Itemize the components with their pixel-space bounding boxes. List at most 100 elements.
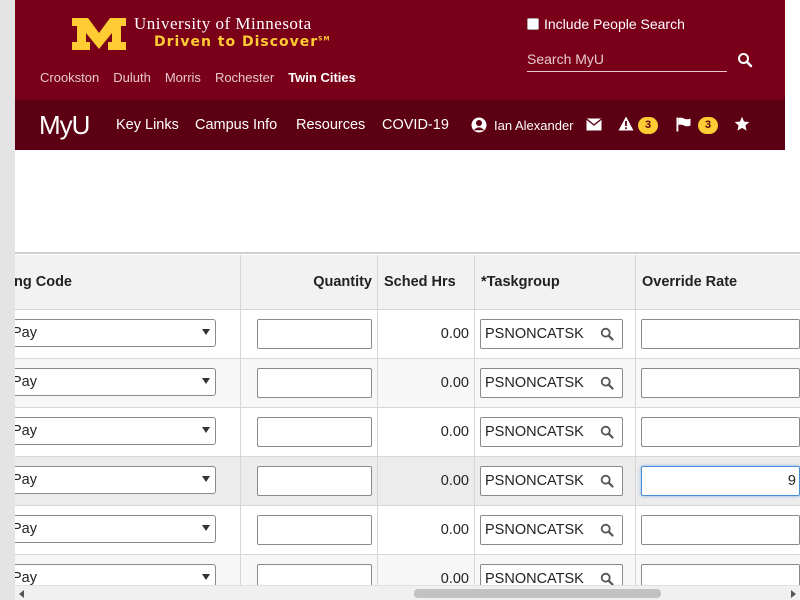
table-row: Pay 0.00 PSNONCATSK 9 <box>15 457 800 506</box>
taskgroup-value: PSNONCATSK <box>485 424 584 440</box>
earnings-code-select[interactable]: Pay <box>15 319 216 347</box>
taskgroup-input[interactable]: PSNONCATSK <box>480 417 623 447</box>
sched-hrs-value: 0.00 <box>440 424 469 440</box>
sched-hrs-value: 0.00 <box>440 326 469 342</box>
taskgroup-input[interactable]: PSNONCATSK <box>480 319 623 349</box>
envelope-icon[interactable] <box>586 118 602 131</box>
user-menu[interactable]: Ian Alexander <box>471 117 574 133</box>
flag-icon[interactable] <box>676 117 691 132</box>
sched-hrs-value: 0.00 <box>440 522 469 538</box>
site-header: University of Minnesota Driven to Discov… <box>15 0 785 100</box>
star-icon[interactable] <box>734 116 750 132</box>
time-entry-grid: ng Code Quantity Sched Hrs *Taskgroup Ov… <box>15 253 800 600</box>
chevron-down-icon <box>202 574 210 580</box>
search-box <box>527 48 727 72</box>
search-input[interactable] <box>527 48 727 70</box>
taskgroup-value: PSNONCATSK <box>485 473 584 489</box>
earnings-code-value: Pay <box>15 423 37 439</box>
table-row: Pay 0.00 PSNONCATSK <box>15 506 800 555</box>
table-row: Pay 0.00 PSNONCATSK <box>15 310 800 359</box>
quantity-input[interactable] <box>257 515 372 545</box>
col-earnings-code[interactable]: ng Code <box>15 255 77 310</box>
lookup-search-icon[interactable] <box>600 572 614 586</box>
lookup-search-icon[interactable] <box>600 425 614 439</box>
col-divider <box>240 255 241 600</box>
campus-link-morris[interactable]: Morris <box>165 70 201 85</box>
earnings-code-value: Pay <box>15 325 37 341</box>
sched-hrs-value: 0.00 <box>440 375 469 391</box>
campus-links: Crookston Duluth Morris Rochester Twin Citie… <box>40 70 370 85</box>
lookup-search-icon[interactable] <box>600 327 614 341</box>
scroll-left-arrow-icon[interactable] <box>19 590 24 598</box>
include-people-search[interactable]: Include People Search <box>527 16 685 32</box>
col-divider <box>474 255 475 600</box>
taskgroup-value: PSNONCATSK <box>485 375 584 391</box>
nav-campus-info[interactable]: Campus Info <box>195 117 277 133</box>
lookup-search-icon[interactable] <box>600 376 614 390</box>
campus-link-crookston[interactable]: Crookston <box>40 70 99 85</box>
chevron-down-icon <box>202 476 210 482</box>
chevron-down-icon <box>202 378 210 384</box>
taskgroup-input[interactable]: PSNONCATSK <box>480 368 623 398</box>
chevron-down-icon <box>202 525 210 531</box>
flags-badge: 3 <box>698 117 718 134</box>
col-divider <box>377 255 378 600</box>
taskgroup-value: PSNONCATSK <box>485 326 584 342</box>
override-rate-input[interactable] <box>641 417 800 447</box>
include-people-checkbox[interactable] <box>527 18 539 30</box>
include-people-label: Include People Search <box>544 16 685 32</box>
col-sched-hrs[interactable]: Sched Hrs <box>379 255 461 310</box>
main-nav: MyU Key Links Campus Info Resources COVI… <box>15 100 785 150</box>
search-icon[interactable] <box>737 52 753 68</box>
nav-resources[interactable]: Resources <box>296 117 365 133</box>
lookup-search-icon[interactable] <box>600 474 614 488</box>
override-rate-input[interactable] <box>641 515 800 545</box>
quantity-input[interactable] <box>257 319 372 349</box>
tagline: Driven to DiscoverSM <box>154 34 331 50</box>
user-name: Ian Alexander <box>494 117 574 133</box>
lookup-search-icon[interactable] <box>600 523 614 537</box>
earnings-code-select[interactable]: Pay <box>15 368 216 396</box>
table-row: Pay 0.00 PSNONCATSK <box>15 408 800 457</box>
taskgroup-value: PSNONCATSK <box>485 522 584 538</box>
scroll-right-arrow-icon[interactable] <box>791 590 796 598</box>
earnings-code-value: Pay <box>15 374 37 390</box>
university-name: University of Minnesota <box>134 14 312 33</box>
quantity-input[interactable] <box>257 368 372 398</box>
grid-header-row: ng Code Quantity Sched Hrs *Taskgroup Ov… <box>15 255 800 310</box>
quantity-input[interactable] <box>257 466 372 496</box>
quantity-input[interactable] <box>257 417 372 447</box>
col-divider <box>635 255 636 600</box>
scroll-thumb[interactable] <box>414 589 661 598</box>
block-m-icon <box>72 18 126 50</box>
nav-covid-19[interactable]: COVID-19 <box>382 117 449 133</box>
col-taskgroup[interactable]: *Taskgroup <box>476 255 565 310</box>
taskgroup-input[interactable]: PSNONCATSK <box>480 515 623 545</box>
myu-brand[interactable]: MyU <box>39 110 90 141</box>
earnings-code-select[interactable]: Pay <box>15 466 216 494</box>
nav-edge <box>785 100 800 150</box>
col-override-rate[interactable]: Override Rate <box>637 255 742 310</box>
taskgroup-input[interactable]: PSNONCATSK <box>480 466 623 496</box>
col-quantity[interactable]: Quantity <box>241 255 377 310</box>
table-row: Pay 0.00 PSNONCATSK <box>15 359 800 408</box>
earnings-code-value: Pay <box>15 521 37 537</box>
university-logo[interactable]: University of Minnesota Driven to Discov… <box>70 14 340 56</box>
left-panel-edge <box>0 0 15 600</box>
campus-link-rochester[interactable]: Rochester <box>215 70 274 85</box>
chevron-down-icon <box>202 329 210 335</box>
campus-link-twin-cities[interactable]: Twin Cities <box>288 70 356 85</box>
horizontal-scrollbar[interactable] <box>15 585 800 600</box>
alerts-badge: 3 <box>638 117 658 134</box>
user-icon <box>471 117 487 133</box>
campus-link-duluth[interactable]: Duluth <box>113 70 151 85</box>
override-rate-input[interactable]: 9 <box>641 466 800 496</box>
nav-key-links[interactable]: Key Links <box>116 117 179 133</box>
sched-hrs-value: 0.00 <box>440 473 469 489</box>
earnings-code-select[interactable]: Pay <box>15 417 216 445</box>
override-rate-input[interactable] <box>641 368 800 398</box>
warning-icon[interactable] <box>618 116 634 131</box>
earnings-code-value: Pay <box>15 472 37 488</box>
override-rate-input[interactable] <box>641 319 800 349</box>
earnings-code-select[interactable]: Pay <box>15 515 216 543</box>
